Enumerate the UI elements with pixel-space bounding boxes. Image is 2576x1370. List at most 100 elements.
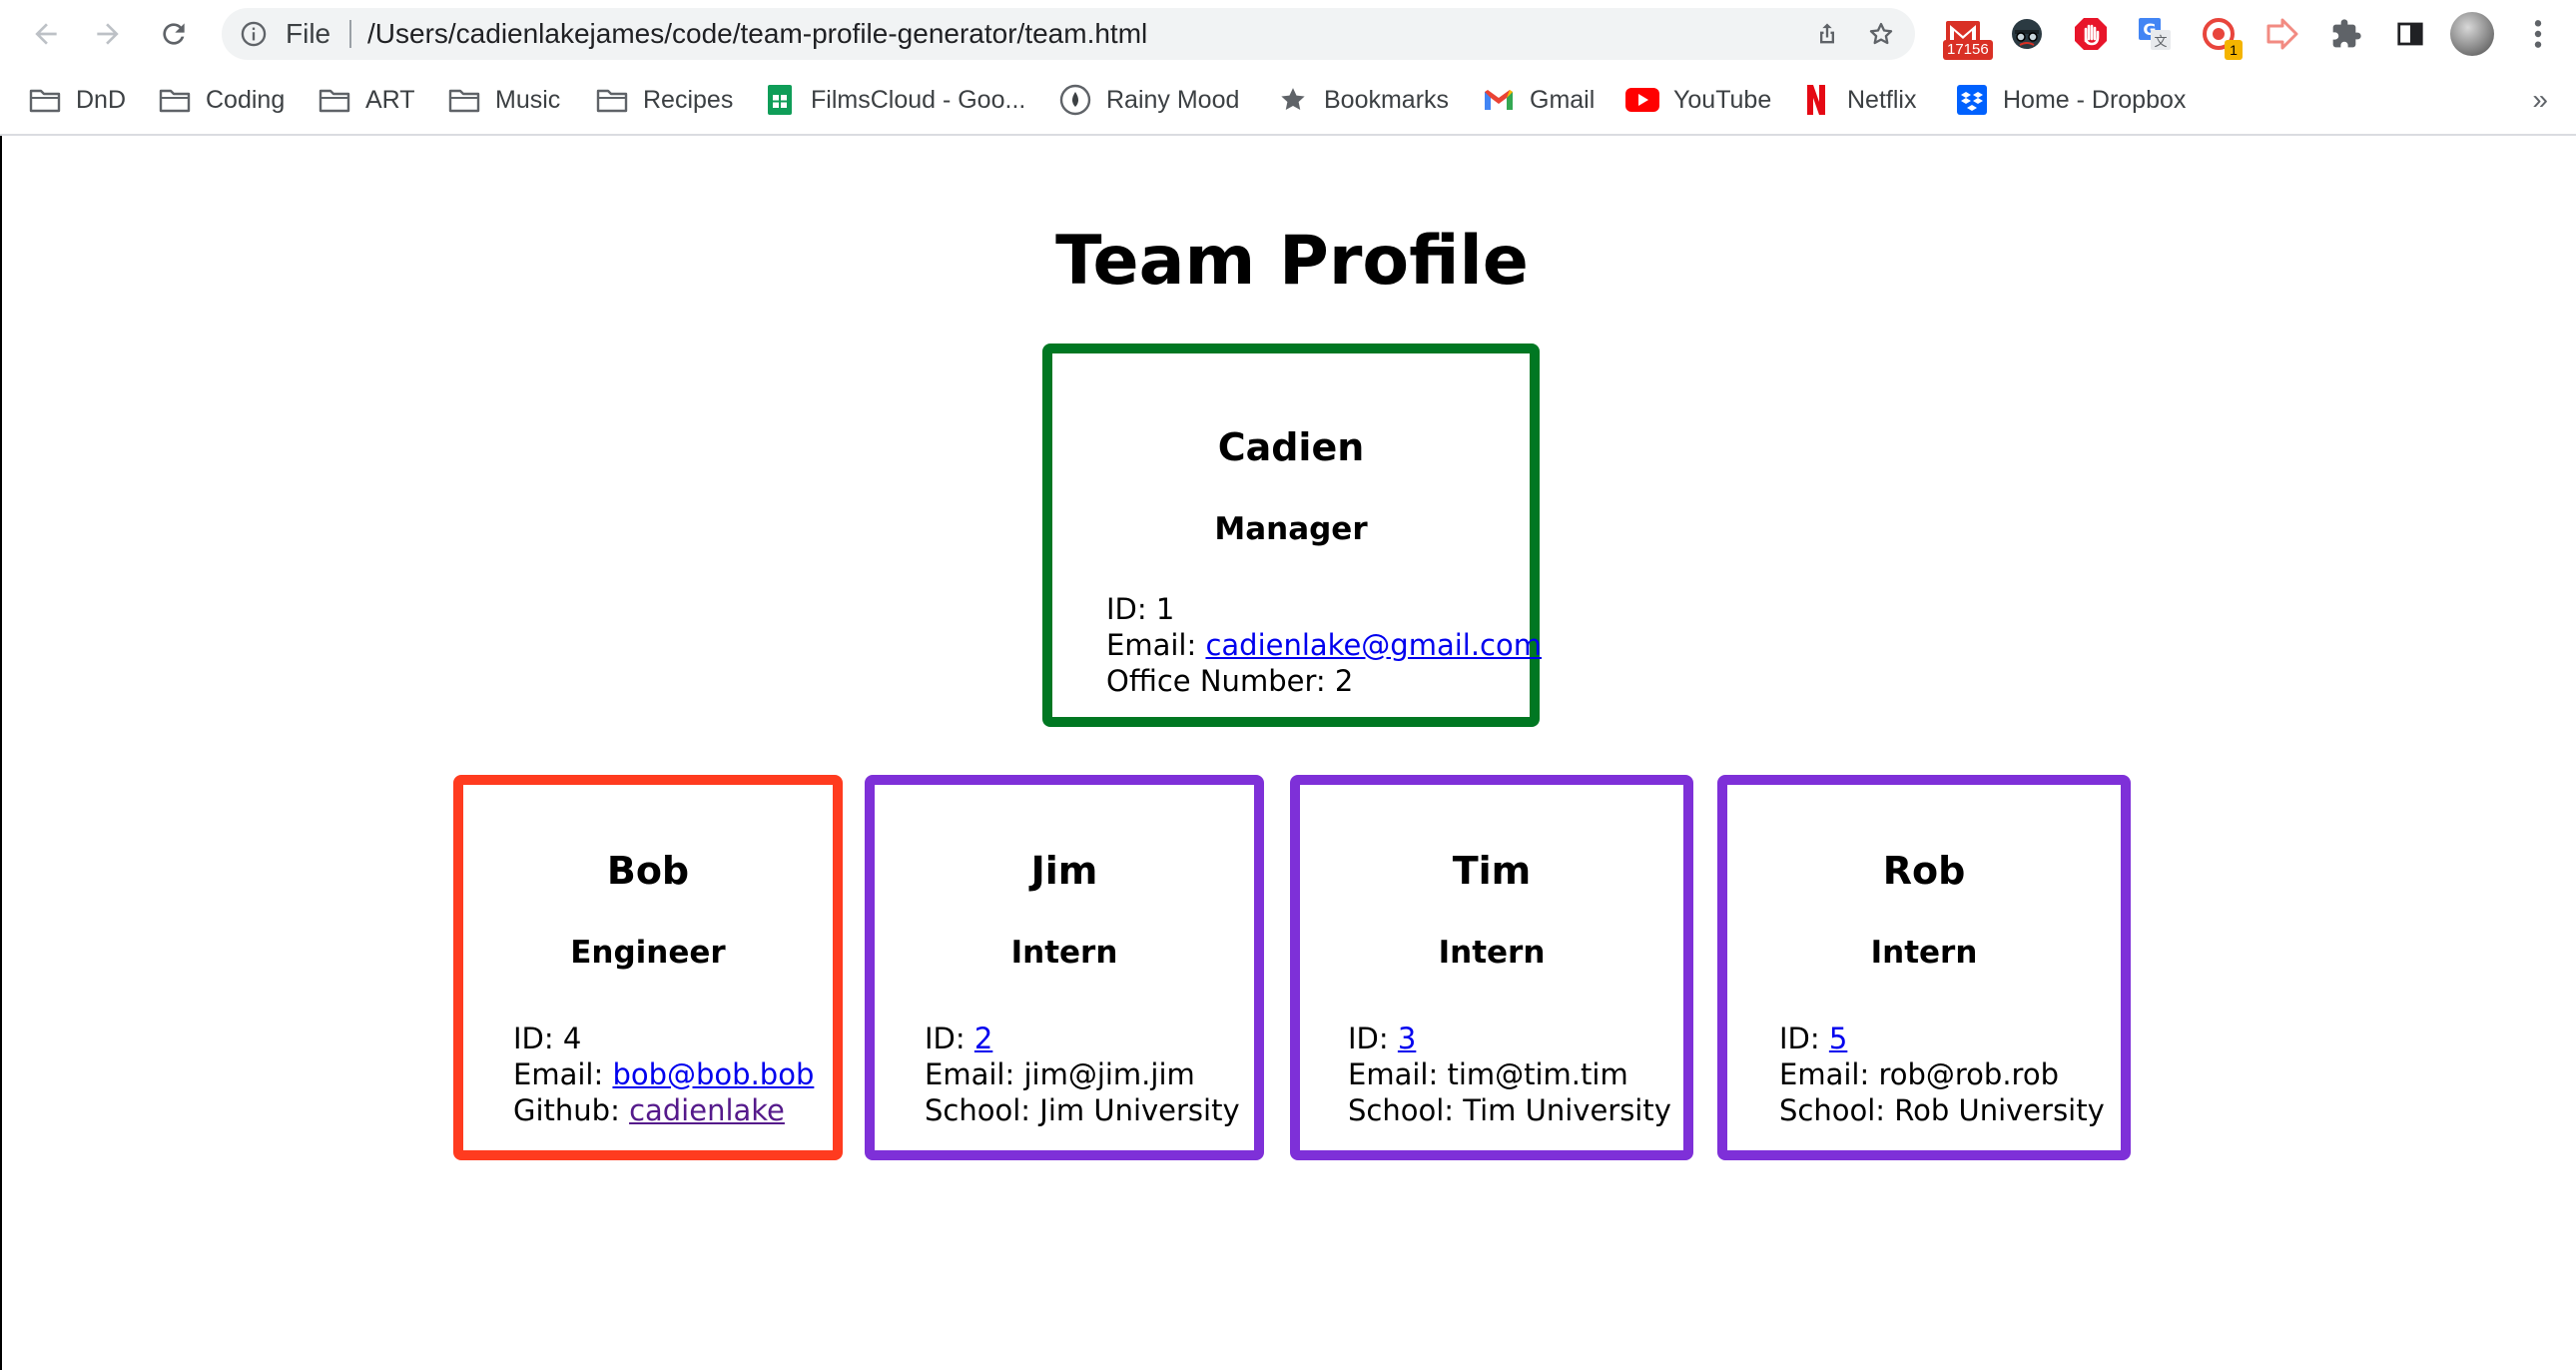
employee-name: Bob [606, 849, 690, 893]
spy-extension[interactable] [2007, 14, 2047, 54]
extensions-button[interactable] [2326, 14, 2366, 54]
office-value: 2 [1334, 664, 1354, 698]
forward-button[interactable] [88, 14, 128, 54]
info-icon[interactable] [240, 20, 268, 48]
google-sheets-icon [763, 83, 797, 117]
netflix-icon [1799, 83, 1833, 117]
github-link[interactable]: cadienlake [629, 1093, 785, 1127]
page-title: Team Profile [1055, 222, 1529, 301]
puzzle-icon [2332, 19, 2361, 48]
spy-icon [2012, 19, 2042, 49]
bookmark-label: Coding [206, 85, 286, 114]
share-icon[interactable] [1813, 20, 1841, 48]
pointer-extension[interactable] [2262, 14, 2302, 54]
bookmark-label: Netflix [1847, 85, 1917, 114]
dropbox-icon [1955, 83, 1989, 117]
bookmark-art[interactable]: ART [318, 78, 415, 122]
bookmark-rainy-mood[interactable]: Rainy Mood [1058, 78, 1239, 122]
employee-info: ID: 2 Email: jim@jim.jim School: Jim Uni… [925, 1021, 1240, 1128]
id-value: 4 [562, 1022, 582, 1055]
email-link[interactable]: bob@bob.bob [612, 1057, 814, 1091]
star-icon[interactable] [1867, 20, 1895, 48]
id-link[interactable]: 3 [1398, 1022, 1416, 1055]
bookmark-netflix[interactable]: Netflix [1799, 78, 1916, 122]
bookmark-label: ART [365, 85, 415, 114]
bookmark-dropbox[interactable]: Home - Dropbox [1955, 78, 2186, 122]
url-text[interactable]: /Users/cadienlakejames/code/team-profile… [367, 8, 1147, 60]
adblock-hand-icon [2075, 18, 2107, 50]
bookmark-filmscloud[interactable]: FilmsCloud - Goo... [763, 78, 1025, 122]
intern-card: Rob Intern ID: 5 Email: rob@rob.rob Scho… [1717, 775, 2131, 1160]
employee-name: Cadien [1217, 425, 1365, 469]
bookmark-bookmarks[interactable]: Bookmarks [1276, 78, 1449, 122]
bookmark-coding[interactable]: Coding [158, 78, 285, 122]
record-badge: 1 [2225, 40, 2243, 60]
bookmark-youtube[interactable]: YouTube [1625, 78, 1771, 122]
employee-email-row: Email: tim@tim.tim [1348, 1056, 1671, 1092]
address-bar[interactable]: File /Users/cadienlakejames/code/team-pr… [222, 8, 1915, 60]
adblock-extension[interactable] [2071, 14, 2111, 54]
bookmark-label: Rainy Mood [1106, 85, 1240, 114]
star-icon [1276, 83, 1310, 117]
back-button[interactable] [26, 14, 66, 54]
gmail-checker-extension[interactable]: 17156 [1943, 14, 1993, 60]
side-panel-icon [2397, 22, 2423, 46]
id-label: ID: [513, 1022, 554, 1055]
email-value: rob@rob.rob [1878, 1057, 2059, 1091]
employee-name: Rob [1882, 849, 1966, 893]
arrow-right-icon [97, 23, 119, 45]
id-link[interactable]: 2 [974, 1022, 992, 1055]
google-translate-extension[interactable]: G文 [2135, 14, 2175, 54]
youtube-icon [1625, 83, 1659, 117]
arrow-left-icon [35, 23, 57, 45]
bookmark-dnd[interactable]: DnD [28, 78, 126, 122]
side-panel-button[interactable] [2390, 14, 2430, 54]
bookmark-music[interactable]: Music [447, 78, 560, 122]
bookmark-recipes[interactable]: Recipes [595, 78, 733, 122]
school-value: Rob University [1894, 1093, 2105, 1127]
profile-avatar[interactable] [2450, 12, 2494, 56]
id-label: ID: [1348, 1022, 1389, 1055]
email-value: jim@jim.jim [1023, 1057, 1195, 1091]
employee-info: ID: 1 Email: cadienlake@gmail.com Office… [1106, 591, 1542, 699]
record-extension[interactable]: 1 [2199, 14, 2243, 60]
school-label: School: [1779, 1093, 1886, 1127]
employee-email-row: Email: cadienlake@gmail.com [1106, 627, 1542, 663]
bookmark-label: YouTube [1673, 85, 1772, 114]
bookmark-gmail[interactable]: Gmail [1482, 78, 1595, 122]
employee-role: Intern [1870, 935, 1978, 971]
school-label: School: [1348, 1093, 1455, 1127]
gmail-unread-badge: 17156 [1943, 40, 1993, 60]
employee-role: Intern [1438, 935, 1546, 971]
email-label: Email: [925, 1057, 1015, 1091]
id-label: ID: [925, 1022, 966, 1055]
gmail-icon [1482, 83, 1516, 117]
rainy-mood-icon [1058, 83, 1092, 117]
pointer-arrow-icon [2266, 18, 2298, 50]
bookmark-label: Bookmarks [1324, 85, 1450, 114]
employee-id-row: ID: 2 [925, 1021, 1240, 1056]
id-label: ID: [1106, 592, 1147, 626]
employee-role: Manager [1214, 511, 1368, 547]
employee-email-row: Email: rob@rob.rob [1779, 1056, 2105, 1092]
id-link[interactable]: 5 [1829, 1022, 1847, 1055]
employee-role: Engineer [570, 935, 726, 971]
github-row: Github: cadienlake [513, 1092, 814, 1128]
email-label: Email: [1348, 1057, 1439, 1091]
bookmark-label: Recipes [643, 85, 734, 114]
bookmark-label: Music [495, 85, 561, 114]
browser-menu-button[interactable] [2518, 14, 2558, 54]
reload-button[interactable] [154, 14, 194, 54]
employee-info: ID: 5 Email: rob@rob.rob School: Rob Uni… [1779, 1021, 2105, 1128]
reload-icon [163, 23, 185, 45]
employee-id-row: ID: 5 [1779, 1021, 2105, 1056]
email-label: Email: [1106, 628, 1197, 662]
school-value: Jim University [1039, 1093, 1240, 1127]
employee-role: Intern [1010, 935, 1118, 971]
email-link[interactable]: cadienlake@gmail.com [1205, 628, 1542, 662]
folder-icon [158, 83, 192, 117]
bookmarks-overflow-button[interactable]: » [2532, 78, 2548, 122]
engineer-card: Bob Engineer ID: 4 Email: bob@bob.bob Gi… [453, 775, 843, 1160]
id-value: 1 [1155, 592, 1175, 626]
github-label: Github: [513, 1093, 620, 1127]
